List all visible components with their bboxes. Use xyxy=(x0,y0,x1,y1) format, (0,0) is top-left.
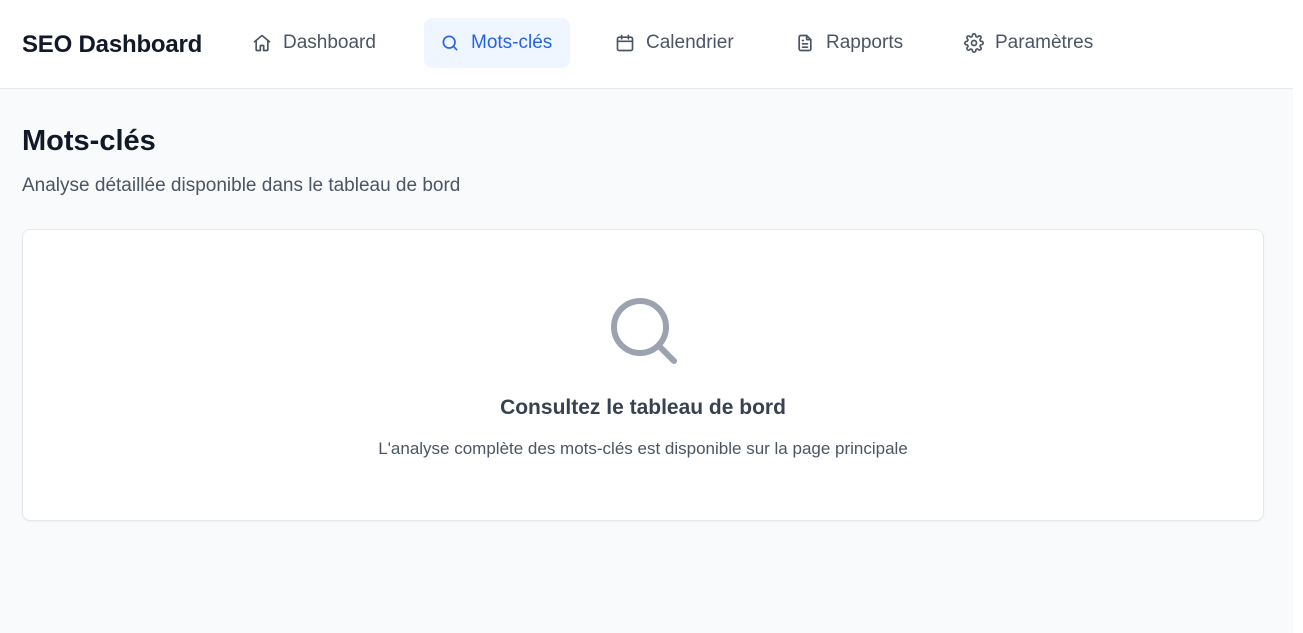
gear-icon xyxy=(964,33,984,53)
page: SEO Dashboard Dashboard Mots-clés Calend… xyxy=(0,0,1293,633)
nav-item-label: Mots-clés xyxy=(471,32,553,53)
page-subtitle: Analyse détaillée disponible dans le tab… xyxy=(22,175,461,196)
top-navigation-bar: SEO Dashboard Dashboard Mots-clés Calend… xyxy=(0,0,1293,89)
nav-item-keywords[interactable]: Mots-clés xyxy=(424,18,570,68)
nav-item-label: Calendrier xyxy=(646,32,734,53)
nav-item-reports[interactable]: Rapports xyxy=(779,18,919,68)
home-icon xyxy=(252,33,272,53)
page-title: Mots-clés xyxy=(22,125,156,157)
document-icon xyxy=(795,33,815,53)
nav-item-label: Paramètres xyxy=(995,32,1094,53)
nav-item-label: Rapports xyxy=(826,32,904,53)
empty-state-title: Consultez le tableau de bord xyxy=(500,396,786,419)
search-icon xyxy=(440,33,460,53)
empty-state-text: L'analyse complète des mots-clés est dis… xyxy=(378,439,908,458)
nav-item-label: Dashboard xyxy=(283,32,376,53)
empty-state-card: Consultez le tableau de bord L'analyse c… xyxy=(22,229,1264,521)
nav-item-dashboard[interactable]: Dashboard xyxy=(236,18,392,68)
nav-item-settings[interactable]: Paramètres xyxy=(948,18,1109,68)
calendar-icon xyxy=(615,33,635,53)
search-icon xyxy=(608,295,680,367)
window-edge xyxy=(1293,0,1303,633)
app-brand[interactable]: SEO Dashboard xyxy=(22,30,202,60)
nav-item-calendar[interactable]: Calendrier xyxy=(599,18,750,68)
